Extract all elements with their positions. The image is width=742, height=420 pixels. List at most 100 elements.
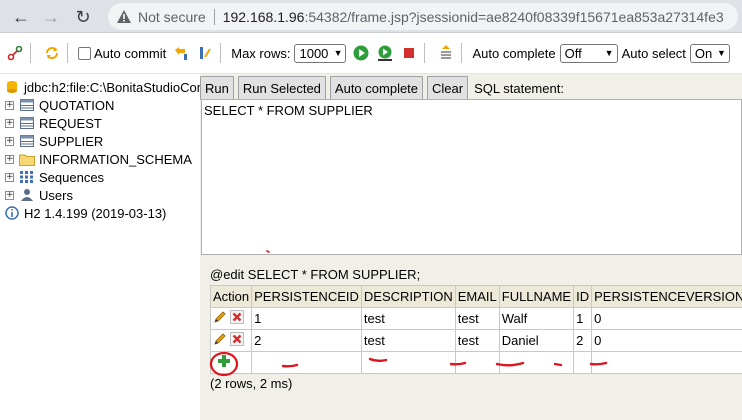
cell[interactable] <box>360 351 456 374</box>
database-icon <box>4 80 20 94</box>
table-label: QUOTATION <box>39 97 115 113</box>
sequences-icon <box>19 170 35 184</box>
action-cell <box>209 307 253 330</box>
delete-icon[interactable] <box>230 332 244 349</box>
tree-item-version: H2 1.4.199 (2019-03-13) <box>0 204 166 222</box>
table-row: 2 test test Daniel 2 0 <box>209 329 742 352</box>
chevron-down-icon: ▼ <box>717 48 726 58</box>
header-row: Action PERSISTENCEID DESCRIPTION EMAIL F… <box>209 285 742 308</box>
cell: 0 <box>591 307 742 330</box>
auto-complete-value: Off <box>564 45 582 61</box>
table-row: 1 test test Walf 1 0 <box>209 307 742 330</box>
run-icon[interactable] <box>352 44 370 62</box>
run-selected-button[interactable]: Run Selected <box>237 76 326 100</box>
column-header[interactable]: PERSISTENCEVERSION <box>591 285 742 308</box>
cell[interactable] <box>251 351 362 374</box>
url-path: :54382/frame.jsp?jsessionid=ae8240f08339… <box>304 8 724 25</box>
tree-item-sequences[interactable]: + Sequences <box>0 168 104 186</box>
edit-pencil-icon[interactable] <box>213 332 227 349</box>
tree-item-supplier[interactable]: + SUPPLIER <box>0 132 103 150</box>
action-cell <box>209 329 253 352</box>
cell[interactable] <box>573 351 593 374</box>
rollback-icon[interactable] <box>172 44 190 62</box>
result-table: Action PERSISTENCEID DESCRIPTION EMAIL F… <box>209 285 742 374</box>
auto-complete-select[interactable]: Off ▼ <box>559 43 618 63</box>
history-icon[interactable] <box>437 44 455 62</box>
expand-icon[interactable]: + <box>5 118 14 128</box>
column-header[interactable]: PERSISTENCEID <box>251 285 362 308</box>
cell: 1 <box>573 307 593 330</box>
checkbox-box[interactable] <box>78 46 91 60</box>
chevron-down-icon: ▼ <box>333 48 343 58</box>
schema-label: INFORMATION_SCHEMA <box>39 151 192 167</box>
commit-icon[interactable] <box>196 44 214 62</box>
column-header[interactable]: FULLNAME <box>498 285 575 308</box>
column-header[interactable]: EMAIL <box>454 285 500 308</box>
disconnect-icon[interactable] <box>6 44 24 62</box>
browser-chrome: ← → ↻ Not secure 192.168.1.96 :54382/fra… <box>0 0 742 33</box>
column-header[interactable]: Action <box>209 285 253 308</box>
refresh-icon[interactable] <box>43 44 61 62</box>
expand-icon[interactable]: + <box>5 136 14 146</box>
toolbar-divider <box>220 43 222 63</box>
tree-item-request[interactable]: + REQUEST <box>0 114 102 132</box>
auto-complete-button[interactable]: Auto complete <box>329 76 424 100</box>
toolbar-divider <box>461 43 463 63</box>
address-bar[interactable]: Not secure 192.168.1.96 :54382/frame.jsp… <box>108 3 738 30</box>
not-secure-label: Not secure <box>138 8 206 25</box>
cell: test <box>360 307 456 330</box>
forward-icon[interactable]: → <box>38 4 64 30</box>
expand-icon[interactable]: + <box>5 154 14 164</box>
sequences-label: Sequences <box>39 169 105 185</box>
cell: 0 <box>591 329 742 352</box>
sql-editor[interactable]: SELECT * FROM SUPPLIER <box>201 99 742 255</box>
expand-icon[interactable]: + <box>5 172 14 182</box>
column-header[interactable]: DESCRIPTION <box>360 285 456 308</box>
cell: test <box>454 307 500 330</box>
table-icon <box>19 98 35 112</box>
reload-icon[interactable]: ↻ <box>70 4 96 30</box>
run-selected-icon[interactable] <box>376 44 394 62</box>
auto-select-select[interactable]: On ▼ <box>689 43 730 63</box>
table-icon <box>19 134 35 148</box>
delete-icon[interactable] <box>230 310 244 327</box>
expand-icon[interactable]: + <box>5 190 14 200</box>
auto-commit-checkbox[interactable]: Auto commit <box>78 46 166 61</box>
max-rows-label: Max rows: <box>231 45 291 61</box>
result-title: @edit SELECT * FROM SUPPLIER; <box>210 267 421 282</box>
cell[interactable] <box>498 351 575 374</box>
add-row-icon[interactable] <box>217 354 231 368</box>
table-label: REQUEST <box>39 115 102 131</box>
table-label: SUPPLIER <box>39 133 104 149</box>
tree-item-quotation[interactable]: + QUOTATION <box>0 96 114 114</box>
max-rows-select[interactable]: 1000 ▼ <box>294 43 347 63</box>
cell: 2 <box>573 329 593 352</box>
expand-icon[interactable]: + <box>5 100 14 110</box>
stop-icon[interactable] <box>400 44 418 62</box>
cell: Walf <box>498 307 575 330</box>
tree-item-information-schema[interactable]: + INFORMATION_SCHEMA <box>0 150 192 168</box>
toolbar-divider <box>67 43 68 63</box>
cell: test <box>360 329 456 352</box>
run-button[interactable]: Run <box>200 76 234 100</box>
edit-pencil-icon[interactable] <box>213 310 227 327</box>
address-divider <box>213 8 215 25</box>
cell: test <box>454 329 500 352</box>
auto-select-value: On <box>694 45 713 61</box>
tree-item-users[interactable]: + Users <box>0 186 73 204</box>
back-icon[interactable]: ← <box>8 4 34 30</box>
column-header[interactable]: ID <box>573 285 593 308</box>
tree-item-connection[interactable]: jdbc:h2:file:C:\BonitaStudioComm <box>0 78 218 96</box>
connection-label: jdbc:h2:file:C:\BonitaStudioComm <box>24 79 219 95</box>
chevron-down-icon: ▼ <box>604 48 614 58</box>
query-button-row: Run Run Selected Auto complete Clear SQL… <box>200 75 564 101</box>
users-icon <box>19 188 35 202</box>
cell[interactable] <box>454 351 500 374</box>
cell[interactable] <box>591 351 742 374</box>
toolbar-divider <box>30 43 31 63</box>
h2-toolbar: Auto commit Max rows: 1000 ▼ Auto comple… <box>0 33 742 74</box>
clear-button[interactable]: Clear <box>427 76 469 100</box>
toolbar-divider <box>424 43 426 63</box>
warning-icon <box>116 9 132 25</box>
sql-statement-label: SQL statement: <box>474 80 564 96</box>
